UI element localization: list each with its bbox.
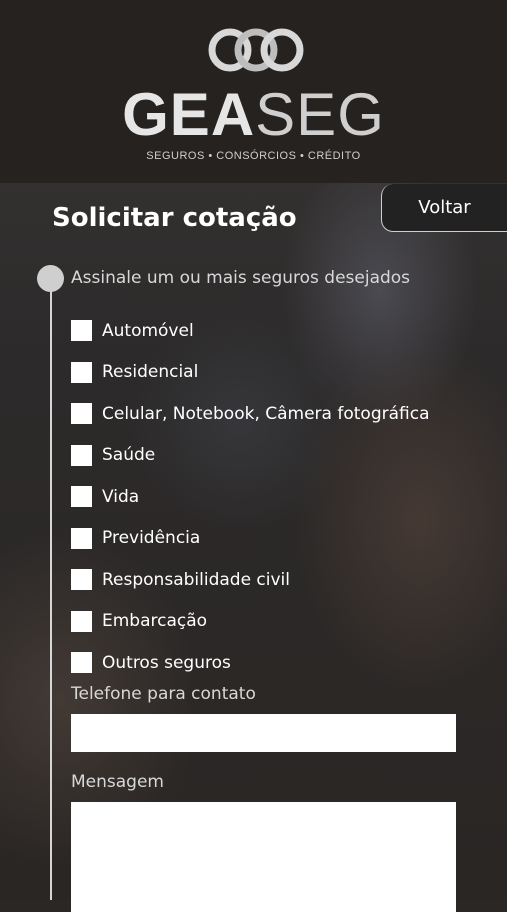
back-button[interactable]: Voltar: [381, 184, 507, 232]
option-label: Saúde: [102, 445, 156, 466]
checkbox[interactable]: [71, 361, 92, 383]
checkbox[interactable]: [71, 569, 92, 591]
option-label: Responsabilidade civil: [102, 569, 291, 590]
option-label: Automóvel: [102, 320, 194, 341]
option-outros-seguros[interactable]: Outros seguros: [71, 642, 430, 684]
checkbox[interactable]: [71, 652, 92, 674]
option-saude[interactable]: Saúde: [71, 435, 430, 477]
site-header: GEASEG SEGUROS • CONSÓRCIOS • CRÉDITO: [0, 0, 507, 183]
phone-input[interactable]: [71, 714, 456, 752]
brand-name-bold: GEA: [122, 81, 256, 148]
phone-label: Telefone para contato: [71, 684, 256, 704]
option-embarcacao[interactable]: Embarcação: [71, 601, 430, 643]
insurance-options-list: Automóvel Residencial Celular, Notebook,…: [71, 310, 430, 684]
option-label: Residencial: [102, 362, 199, 383]
timeline-line: [50, 278, 52, 900]
option-label: Embarcação: [102, 611, 208, 632]
checkbox[interactable]: [71, 527, 92, 549]
timeline-dot: [37, 265, 64, 292]
option-vida[interactable]: Vida: [71, 476, 430, 518]
option-automovel[interactable]: Automóvel: [71, 310, 430, 352]
brand-tagline: SEGUROS • CONSÓRCIOS • CRÉDITO: [146, 150, 361, 162]
checkbox[interactable]: [71, 320, 92, 342]
rings-logo-icon: [208, 28, 304, 72]
option-label: Celular, Notebook, Câmera fotográfica: [102, 403, 430, 424]
checkbox[interactable]: [71, 403, 92, 425]
option-eletronicos[interactable]: Celular, Notebook, Câmera fotográfica: [71, 393, 430, 435]
option-responsabilidade-civil[interactable]: Responsabilidade civil: [71, 559, 430, 601]
checkbox[interactable]: [71, 610, 92, 632]
option-previdencia[interactable]: Previdência: [71, 518, 430, 560]
brand-logo: GEASEG: [0, 82, 507, 148]
option-label: Previdência: [102, 528, 201, 549]
brand-name-light: SEG: [255, 81, 385, 148]
checkbox[interactable]: [71, 486, 92, 508]
option-label: Vida: [102, 486, 140, 507]
checkbox[interactable]: [71, 444, 92, 466]
insurance-question-label: Assinale um ou mais seguros desejados: [71, 268, 411, 288]
message-label: Mensagem: [71, 772, 164, 792]
option-label: Outros seguros: [102, 652, 231, 673]
page-title: Solicitar cotação: [52, 203, 297, 233]
option-residencial[interactable]: Residencial: [71, 352, 430, 394]
message-textarea[interactable]: [71, 802, 456, 912]
